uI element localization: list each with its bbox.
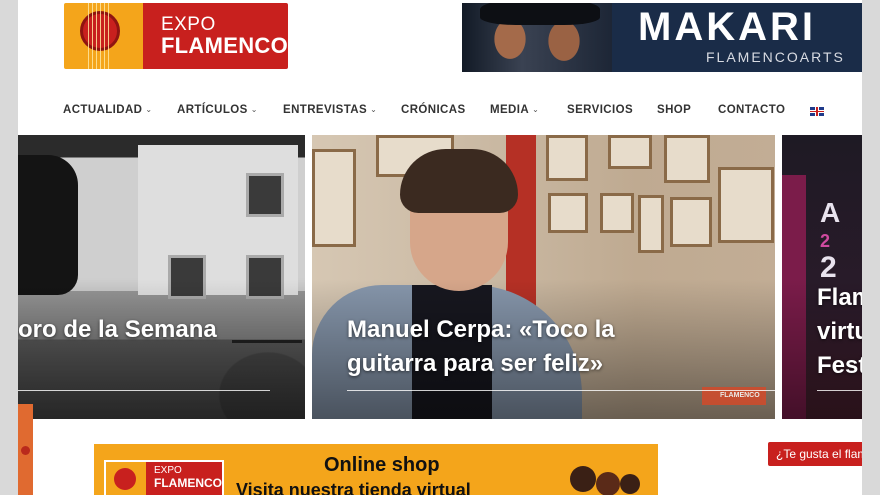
slide-photo-silhouette [18, 155, 78, 295]
nav-label: ENTREVISTAS [283, 104, 368, 116]
shop-logo-line2: FLAMENCO [154, 476, 222, 490]
banner-photo-hair [480, 3, 600, 25]
slide-title-line1[interactable]: Flam [817, 281, 862, 315]
expoflamenco-logo[interactable]: EXPO FLAMENCO [64, 3, 288, 69]
like-flamenco-button[interactable]: ¿Te gusta el flam [768, 442, 862, 466]
logo-text: EXPO FLAMENCO [142, 3, 288, 69]
record-icon [21, 446, 30, 455]
slide-poster-text: 2 [820, 231, 831, 251]
slide-title-line2[interactable]: virtu [817, 315, 862, 349]
nav-label: SERVICIOS [567, 104, 634, 116]
slide-title-line1[interactable]: Manuel Cerpa: «Toco la [347, 313, 615, 347]
nav-label: CONTACTO [718, 104, 786, 116]
slide-photo [138, 145, 298, 299]
slide-overlay [18, 279, 305, 419]
slide-divider [18, 390, 270, 391]
banner-title: MAKARI [638, 5, 816, 49]
nav-label: CRÓNICAS [401, 104, 466, 116]
nav-label: ARTÍCULOS [177, 104, 248, 116]
slide-title-line2[interactable]: guitarra para ser feliz» [347, 347, 603, 381]
online-shop-banner[interactable]: EXPO FLAMENCO Online shop Visita nuestra… [94, 444, 658, 495]
nav-label: ACTUALIDAD [63, 104, 143, 116]
wall-frame [600, 193, 634, 233]
slide-card[interactable]: A 2 2 Flam virtu Festi [782, 135, 862, 419]
slide-card-featured[interactable]: FLAMENCO Manuel Cerpa: «Toco la guitarra… [312, 135, 775, 419]
nav-label: MEDIA [490, 104, 530, 116]
slide-card[interactable]: oro de la Semana [18, 135, 305, 419]
nav-item-media[interactable]: MEDIA ⌄ [490, 104, 539, 116]
wall-frame [546, 135, 588, 181]
guitar-icon [106, 462, 146, 495]
slide-poster-text: A [820, 197, 841, 228]
shop-banner-logo: EXPO FLAMENCO [104, 460, 224, 495]
wall-frame [312, 149, 356, 247]
wall-frame [718, 167, 774, 243]
makari-ad-banner[interactable]: MAKARI FLAMENCOARTS [462, 3, 862, 72]
shop-banner-title: Online shop [324, 454, 440, 476]
slide-divider [347, 390, 775, 391]
nav-item-shop[interactable]: SHOP [657, 104, 691, 116]
slide-title-line3[interactable]: Festi [817, 349, 862, 383]
wall-frame [608, 135, 652, 169]
banner-subtitle: FLAMENCOARTS [706, 49, 845, 65]
chevron-down-icon: ⌄ [250, 105, 258, 114]
wall-frame [670, 197, 712, 247]
side-promo-tab[interactable] [18, 404, 33, 495]
logo-line1: EXPO [160, 13, 216, 35]
logo-line2: FLAMENCO [160, 32, 288, 58]
uk-flag-icon[interactable] [810, 107, 824, 116]
shop-banner-subtitle: Visita nuestra tienda virtual [236, 480, 471, 495]
nav-item-actualidad[interactable]: ACTUALIDAD ⌄ [63, 104, 153, 116]
slide-divider [817, 390, 862, 391]
nav-item-entrevistas[interactable]: ENTREVISTAS ⌄ [283, 104, 377, 116]
wall-frame [548, 193, 588, 233]
wall-frame [664, 135, 710, 183]
nav-item-contacto[interactable]: CONTACTO [718, 104, 785, 116]
nav-item-servicios[interactable]: SERVICIOS [567, 104, 633, 116]
chevron-down-icon: ⌄ [145, 105, 153, 114]
castanets-image [562, 452, 642, 495]
main-nav: ACTUALIDAD ⌄ ARTÍCULOS ⌄ ENTREVISTAS ⌄ CRÓN… [18, 96, 862, 126]
wall-frame [638, 195, 664, 253]
slide-title[interactable]: oro de la Semana [18, 313, 217, 347]
nav-item-cronicas[interactable]: CRÓNICAS [401, 104, 466, 116]
chevron-down-icon: ⌄ [370, 105, 378, 114]
chevron-down-icon: ⌄ [532, 105, 540, 114]
slide-photo-hair [400, 149, 518, 213]
nav-label: SHOP [657, 104, 692, 116]
page: EXPO FLAMENCO MAKARI FLAMENCOARTS ACTUAL… [18, 0, 862, 495]
guitar-icon [64, 3, 143, 69]
nav-item-articulos[interactable]: ARTÍCULOS ⌄ [177, 104, 258, 116]
